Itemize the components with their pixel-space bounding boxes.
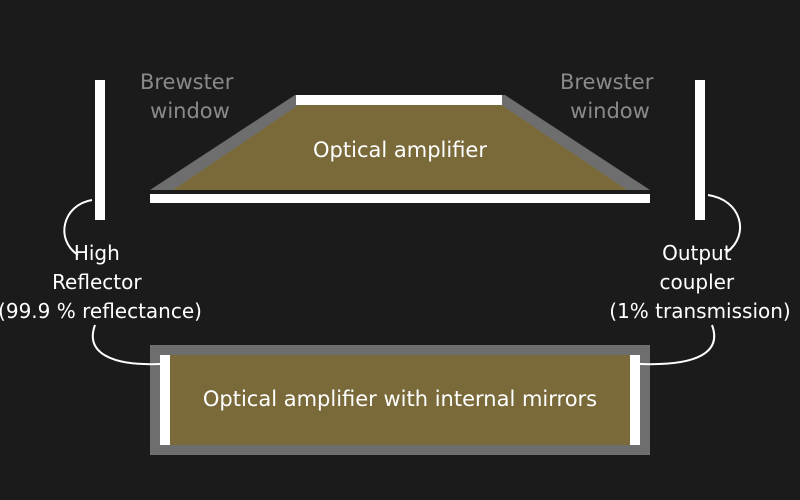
high-reflector-callout-bottom bbox=[91, 324, 161, 366]
output-coupler-mirror bbox=[695, 80, 705, 220]
laser-cavity-diagram: Optical amplifier Brewster window Brewst… bbox=[0, 0, 800, 500]
bottom-internal-output-coupler bbox=[630, 355, 640, 445]
top-amplifier-top-edge bbox=[296, 95, 502, 105]
right-brewster-window-label: Brewster window bbox=[560, 70, 660, 123]
bottom-amplifier-label: Optical amplifier with internal mirrors bbox=[203, 387, 597, 411]
output-coupler-callout-bottom bbox=[639, 324, 716, 366]
top-amplifier-label: Optical amplifier bbox=[313, 138, 487, 162]
diagram-canvas: Optical amplifier Brewster window Brewst… bbox=[0, 70, 791, 455]
top-amplifier-bottom-edge bbox=[150, 194, 650, 203]
output-coupler-label: Output coupler (1% transmission) bbox=[609, 241, 790, 323]
left-brewster-window-label: Brewster window bbox=[140, 70, 240, 123]
high-reflector-label: High Reflector (99.9 % reflectance) bbox=[0, 241, 202, 323]
bottom-internal-high-reflector bbox=[160, 355, 170, 445]
high-reflector-mirror bbox=[95, 80, 105, 220]
